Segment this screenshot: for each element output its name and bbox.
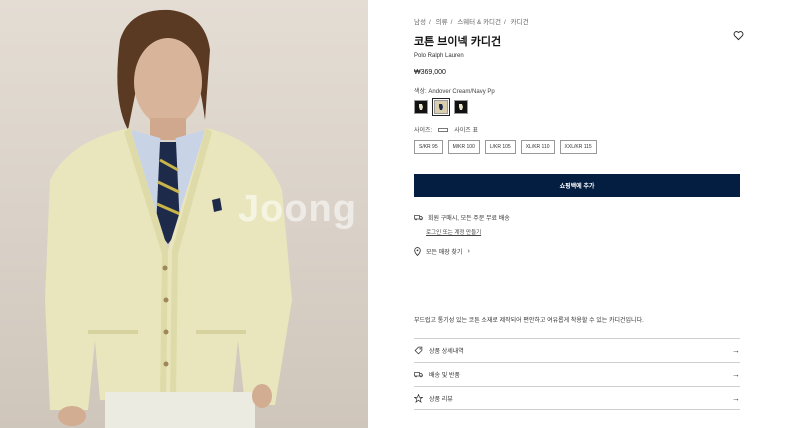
color-swatches xyxy=(414,98,742,116)
size-guide-link[interactable]: 사이즈 표 xyxy=(454,125,478,134)
store-locator-link[interactable]: 모든 매장 찾기 › xyxy=(414,247,742,256)
truck-icon xyxy=(414,215,423,221)
accordion-shipping-returns[interactable]: 배송 및 반품 → xyxy=(414,362,740,386)
breadcrumb-item[interactable]: 남성 xyxy=(414,19,426,26)
breadcrumb-item[interactable]: 의류 xyxy=(436,19,448,26)
truck-icon xyxy=(414,372,423,378)
chevron-right-icon: › xyxy=(467,248,470,255)
size-option[interactable]: S/KR 95 xyxy=(414,140,443,154)
accordion-reviews[interactable]: 상품 리뷰 → xyxy=(414,386,740,410)
ruler-icon xyxy=(438,127,449,132)
size-header: 사이즈: 사이즈 표 xyxy=(414,125,742,134)
accordion-label: 상품 리뷰 xyxy=(429,396,453,403)
product-info-panel: 남성 / 의류 / 스웨터 & 카디건 / 카디건 코튼 브이넥 카디건 Polo R… xyxy=(368,0,800,428)
color-swatch[interactable] xyxy=(414,100,428,114)
heart-icon[interactable] xyxy=(733,30,744,41)
color-swatch-selected[interactable] xyxy=(432,98,450,116)
add-to-bag-button[interactable]: 쇼핑백에 추가 xyxy=(414,174,740,197)
shipping-info: 회원 구매시, 모든 주문 무료 배송 xyxy=(414,213,742,222)
pony-icon xyxy=(419,104,423,110)
tag-icon xyxy=(414,346,423,355)
product-title: 코튼 브이넥 카디건 xyxy=(414,36,502,48)
breadcrumb: 남성 / 의류 / 스웨터 & 카디건 / 카디건 xyxy=(414,19,529,26)
accordion-product-details[interactable]: 상품 상세내역 → xyxy=(414,338,740,362)
arrow-right-icon: → xyxy=(732,393,740,403)
accordion-label: 상품 상세내역 xyxy=(429,349,464,355)
product-price: ₩369,000 xyxy=(414,69,446,76)
pony-icon xyxy=(439,104,443,110)
product-description: 부드럽고 통기성 있는 코튼 소재로 제작되어 편안하고 여유롭게 착용할 수 … xyxy=(414,318,644,324)
star-icon xyxy=(414,393,423,403)
color-label: 색상: Andover Cream/Navy Pp xyxy=(414,89,495,95)
accordion-label: 배송 및 반품 xyxy=(429,373,460,379)
watermark-text: Joong xyxy=(238,188,357,230)
color-swatch[interactable] xyxy=(454,100,468,114)
arrow-right-icon: → xyxy=(732,346,740,355)
size-option[interactable]: XXL/KR 115 xyxy=(559,140,597,154)
size-option[interactable]: M/KR 100 xyxy=(447,140,480,154)
size-option[interactable]: XL/KR 110 xyxy=(520,140,555,154)
breadcrumb-item[interactable]: 스웨터 & 카디건 xyxy=(457,19,501,26)
location-pin-icon xyxy=(414,247,421,256)
size-options: S/KR 95 M/KR 100 L/KR 105 XL/KR 110 XXL/… xyxy=(414,140,742,154)
arrow-right-icon: → xyxy=(732,370,740,379)
product-brand: Polo Ralph Lauren xyxy=(414,53,464,59)
shipping-text: 회원 구매시, 모든 주문 무료 배송 xyxy=(428,216,510,222)
pony-icon xyxy=(459,104,463,110)
breadcrumb-item[interactable]: 카디건 xyxy=(511,19,529,26)
size-option[interactable]: L/KR 105 xyxy=(484,140,516,154)
login-link[interactable]: 로그인 또는 계정 만들기 xyxy=(426,228,742,236)
size-label: 사이즈: xyxy=(414,128,433,134)
product-image[interactable]: Joong xyxy=(0,0,368,428)
accordion: 상품 상세내역 → 배송 및 반품 → 상품 리뷰 → xyxy=(414,338,740,410)
store-text: 모든 매장 찾기 xyxy=(426,250,463,256)
